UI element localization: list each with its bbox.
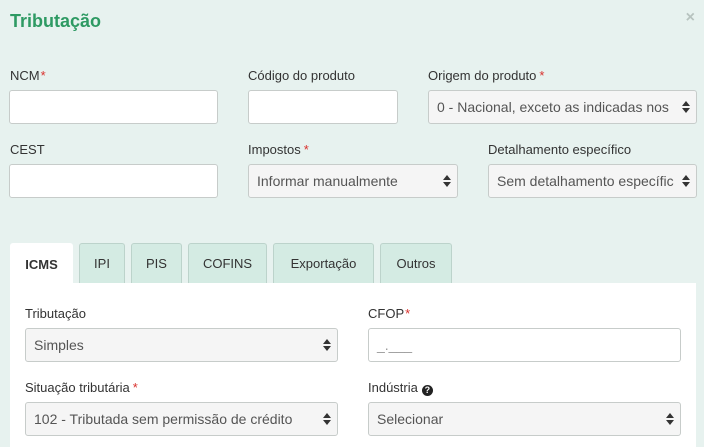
- tab-pis[interactable]: PIS: [131, 243, 182, 283]
- select-arrows-icon: [323, 338, 331, 352]
- codigo-produto-label: Código do produto: [248, 68, 355, 83]
- tab-outros[interactable]: Outros: [380, 243, 452, 283]
- select-arrows-icon: [682, 174, 690, 188]
- dialog-header: Tributação ×: [0, 0, 704, 44]
- codigo-produto-input[interactable]: [248, 90, 398, 124]
- select-arrows-icon: [443, 174, 451, 188]
- tributacao-selected: Simples: [34, 337, 84, 353]
- origem-select[interactable]: 0 - Nacional, exceto as indicadas nos: [428, 90, 697, 124]
- dialog-title: Tributação: [10, 11, 102, 31]
- situacao-selected: 102 - Tributada sem permissão de crédito: [34, 411, 293, 427]
- detalhamento-selected: Sem detalhamento específico: [497, 173, 674, 189]
- select-arrows-icon: [323, 412, 331, 426]
- close-icon[interactable]: ×: [686, 9, 695, 27]
- tab-cofins[interactable]: COFINS: [188, 243, 267, 283]
- detalhamento-label: Detalhamento específico: [488, 142, 632, 157]
- tributacao-label: Tributação: [25, 306, 86, 321]
- select-arrows-icon: [682, 100, 690, 114]
- cfop-label: CFOP*: [368, 306, 411, 321]
- industria-select[interactable]: Selecionar: [368, 402, 681, 436]
- industria-selected: Selecionar: [377, 411, 444, 427]
- cest-input[interactable]: [9, 164, 218, 198]
- impostos-selected: Informar manualmente: [257, 173, 398, 189]
- tab-icms[interactable]: ICMS: [10, 243, 73, 284]
- cfop-placeholder: _.___: [377, 337, 413, 353]
- impostos-label: Impostos *: [248, 142, 309, 157]
- industria-label: Indústria?: [368, 380, 433, 396]
- ncm-label: NCM*: [10, 68, 46, 83]
- select-arrows-icon: [666, 412, 674, 426]
- tab-exportacao[interactable]: Exportação: [273, 243, 374, 283]
- situacao-select[interactable]: 102 - Tributada sem permissão de crédito: [25, 402, 338, 436]
- situacao-label: Situação tributária *: [25, 380, 138, 395]
- tributacao-select[interactable]: Simples: [25, 328, 338, 362]
- question-circle-icon[interactable]: ?: [421, 385, 433, 396]
- detalhamento-select[interactable]: Sem detalhamento específico: [488, 164, 697, 198]
- origem-selected: 0 - Nacional, exceto as indicadas nos: [437, 99, 669, 115]
- origem-label: Origem do produto *: [428, 68, 545, 83]
- cfop-input[interactable]: _.___: [368, 328, 681, 362]
- tab-ipi[interactable]: IPI: [79, 243, 125, 283]
- cest-label: CEST: [10, 142, 45, 157]
- impostos-select[interactable]: Informar manualmente: [248, 164, 458, 198]
- ncm-input[interactable]: [9, 90, 218, 124]
